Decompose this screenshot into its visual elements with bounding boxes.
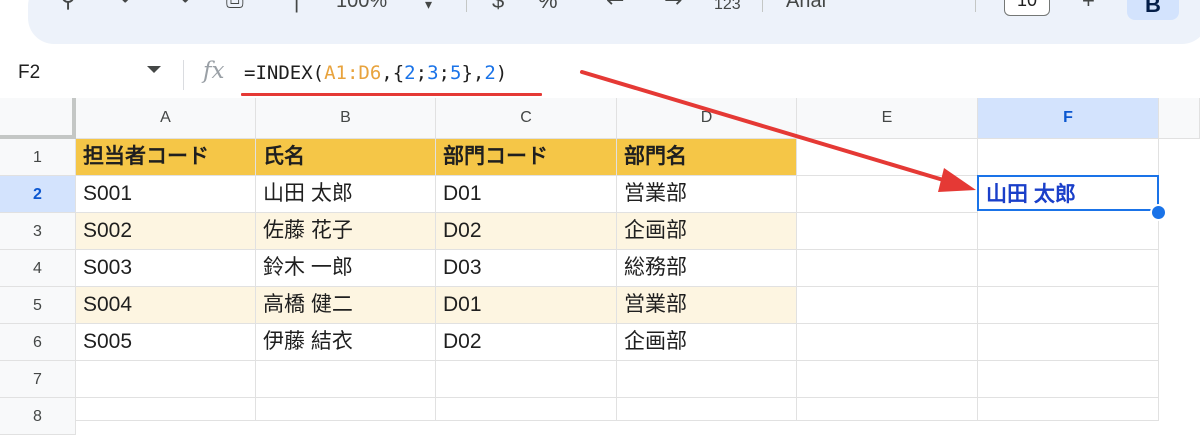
arrow-head bbox=[938, 168, 976, 192]
arrow-shaft bbox=[580, 70, 952, 184]
annotation-arrow bbox=[580, 70, 976, 192]
